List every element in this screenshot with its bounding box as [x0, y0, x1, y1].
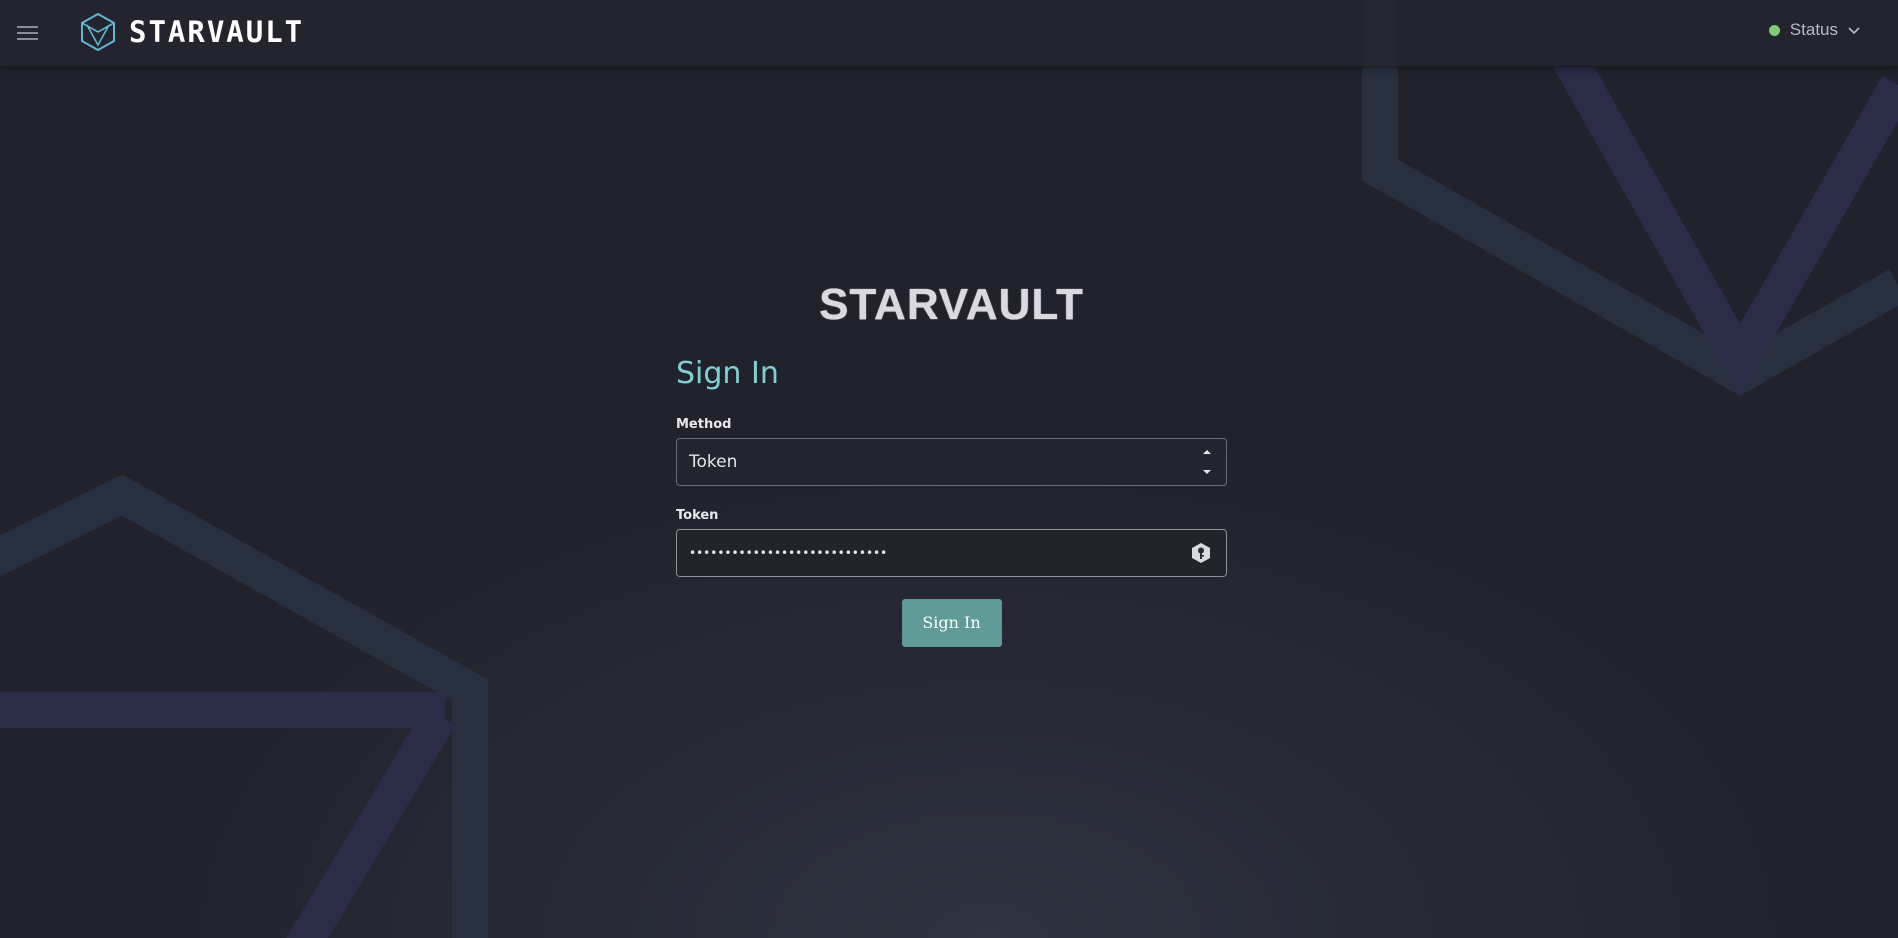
status-indicator-dot: [1768, 24, 1780, 36]
hero-logo-text: STARVAULT: [819, 280, 1084, 329]
top-navigation-bar: STARVAULT Status: [0, 0, 1898, 67]
method-select-value: Token: [689, 452, 738, 472]
hamburger-menu-icon[interactable]: [14, 20, 42, 46]
key-hexagon-icon[interactable]: [1190, 542, 1212, 564]
sign-in-button[interactable]: Sign In: [901, 599, 1002, 647]
chevron-down-icon: [1848, 27, 1860, 35]
page-title: Sign In: [676, 356, 779, 391]
submit-row: Sign In: [676, 599, 1227, 647]
token-label: Token: [676, 508, 719, 523]
select-arrows-icon: [1203, 450, 1211, 474]
status-dropdown[interactable]: Status: [1768, 20, 1860, 40]
hexagon-cube-logo-icon: [81, 12, 115, 52]
method-select[interactable]: Token: [676, 438, 1227, 486]
brand-home-link[interactable]: STARVAULT: [79, 12, 304, 52]
status-label: Status: [1789, 20, 1838, 39]
method-label: Method: [676, 417, 732, 432]
token-input[interactable]: ••••••••••••••••••••••••••••: [676, 529, 1227, 577]
sign-in-panel: STARVAULT Sign In Method Token Token •••…: [676, 280, 1227, 647]
brand-name: STARVAULT: [129, 15, 305, 49]
token-input-value: ••••••••••••••••••••••••••••: [689, 546, 888, 560]
